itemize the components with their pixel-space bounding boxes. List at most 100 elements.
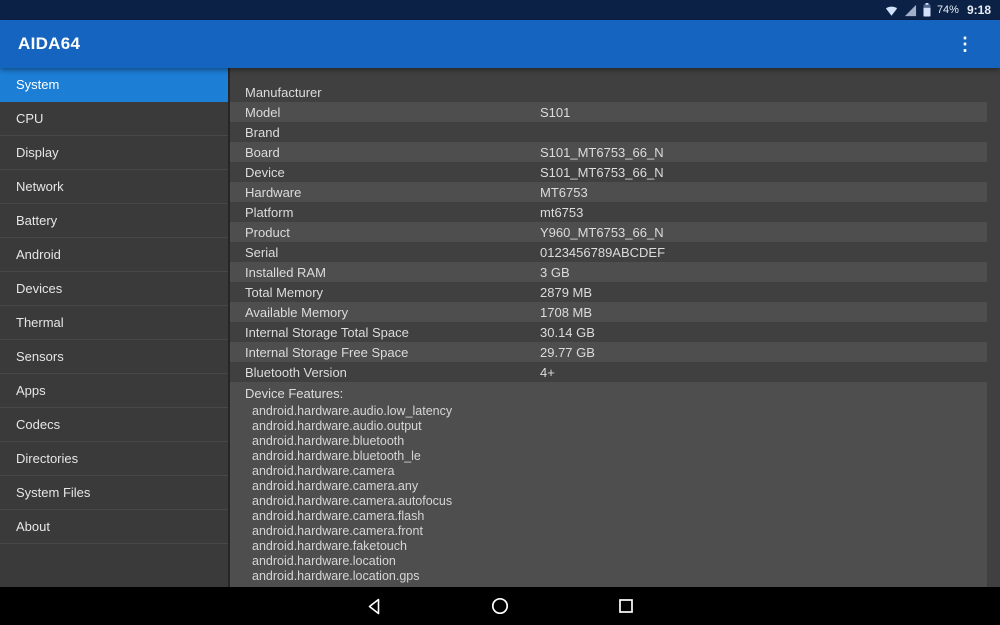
- sidebar-item-label: Directories: [16, 451, 79, 466]
- device-feature-item: android.hardware.location: [252, 554, 396, 568]
- info-label: Internal Storage Free Space: [245, 344, 409, 360]
- info-row: Model S101: [230, 102, 987, 122]
- sidebar-item-system-files[interactable]: System Files: [0, 476, 228, 510]
- sidebar-item-label: CPU: [16, 111, 44, 126]
- device-feature-item: android.hardware.bluetooth_le: [252, 449, 421, 463]
- info-label: Platform: [245, 204, 294, 220]
- info-row: Internal Storage Total Space 30.14 GB: [230, 322, 987, 342]
- info-row: Manufacturer: [230, 82, 987, 102]
- sidebar-item-system[interactable]: System: [0, 68, 228, 102]
- home-icon: [491, 597, 509, 615]
- info-value: 4+: [540, 364, 555, 380]
- info-value: 1708 MB: [540, 304, 593, 320]
- info-label: Bluetooth Version: [245, 364, 347, 380]
- sidebar-item-directories[interactable]: Directories: [0, 442, 228, 476]
- device-feature-item: android.hardware.camera.front: [252, 524, 423, 538]
- back-icon: [368, 598, 379, 614]
- info-value: S101_MT6753_66_N: [540, 164, 664, 180]
- sidebar-item-codecs[interactable]: Codecs: [0, 408, 228, 442]
- info-label: Internal Storage Total Space: [245, 324, 409, 340]
- sidebar-item-sensors[interactable]: Sensors: [0, 340, 228, 374]
- sidebar-item-label: System Files: [16, 485, 91, 500]
- sidebar-item-apps[interactable]: Apps: [0, 374, 228, 408]
- sidebar-item-label: Apps: [16, 383, 46, 398]
- aida64-screen: 74% 9:18 AIDA64 ⋮ System CPU Display Networ…: [0, 0, 1000, 625]
- info-row: Device S101_MT6753_66_N: [230, 162, 987, 182]
- device-feature-item: android.hardware.camera.any: [252, 479, 419, 493]
- info-value: S101_MT6753_66_N: [540, 144, 664, 160]
- info-label: Available Memory: [245, 304, 349, 320]
- sidebar-item-label: Devices: [16, 281, 63, 296]
- sidebar-item-label: Thermal: [16, 315, 64, 330]
- device-feature-item: android.hardware.camera.flash: [252, 509, 425, 523]
- sidebar-item-android[interactable]: Android: [0, 238, 228, 272]
- device-feature-item: android.hardware.audio.low_latency: [252, 404, 453, 418]
- info-value: 3 GB: [540, 264, 570, 280]
- info-value: 2879 MB: [540, 284, 593, 300]
- info-value: 30.14 GB: [540, 324, 595, 340]
- back-button[interactable]: [354, 587, 394, 625]
- info-row: Bluetooth Version 4+: [230, 362, 987, 382]
- info-row: Available Memory 1708 MB: [230, 302, 987, 322]
- info-row: Product Y960_MT6753_66_N: [230, 222, 987, 242]
- system-info-panel[interactable]: Manufacturer Model S101 Brand Board S101_MT67…: [230, 68, 1000, 587]
- sidebar-item-thermal[interactable]: Thermal: [0, 306, 228, 340]
- overflow-menu-icon[interactable]: ⋮: [948, 33, 982, 55]
- info-label: Total Memory: [245, 284, 324, 300]
- device-feature-item: android.hardware.bluetooth: [252, 434, 405, 448]
- sidebar-item-devices[interactable]: Devices: [0, 272, 228, 306]
- battery-percent: 74%: [936, 4, 959, 16]
- recents-button[interactable]: [606, 587, 646, 625]
- cellular-signal-icon: [904, 4, 917, 16]
- info-value: S101: [540, 104, 571, 120]
- info-value: MT6753: [540, 184, 588, 200]
- device-feature-item: android.hardware.camera: [252, 464, 395, 478]
- device-features-list: android.hardware.audio.low_latency androi…: [245, 404, 987, 584]
- sidebar-item-label: Android: [16, 247, 61, 262]
- info-row: Brand: [230, 122, 987, 142]
- info-value: Y960_MT6753_66_N: [540, 224, 664, 240]
- device-feature-item: android.hardware.faketouch: [252, 539, 407, 553]
- sidebar-item-display[interactable]: Display: [0, 136, 228, 170]
- info-row: Internal Storage Free Space 29.77 GB: [230, 342, 987, 362]
- battery-icon: [923, 3, 931, 17]
- sidebar: System CPU Display Network Battery Android Dev…: [0, 68, 230, 587]
- device-feature-item: android.hardware.location.gps: [252, 569, 420, 583]
- sidebar-item-label: Sensors: [16, 349, 64, 364]
- info-label: Device: [245, 164, 285, 180]
- app-bar: AIDA64 ⋮: [0, 20, 1000, 68]
- device-feature-item: android.hardware.camera.autofocus: [252, 494, 453, 508]
- info-value: 0123456789ABCDEF: [540, 244, 666, 260]
- home-button[interactable]: [480, 587, 520, 625]
- sidebar-item-label: Codecs: [16, 417, 61, 432]
- sidebar-item-label: System: [16, 77, 60, 92]
- device-feature-item: android.hardware.audio.output: [252, 419, 422, 433]
- info-label: Installed RAM: [245, 264, 326, 280]
- info-row: Platform mt6753: [230, 202, 987, 222]
- sidebar-item-cpu[interactable]: CPU: [0, 102, 228, 136]
- sidebar-item-label: About: [16, 519, 50, 534]
- info-label: Brand: [245, 124, 280, 140]
- sidebar-item-network[interactable]: Network: [0, 170, 228, 204]
- info-row: Serial 0123456789ABCDEF: [230, 242, 987, 262]
- main-body: System CPU Display Network Battery Android Dev…: [0, 68, 1000, 587]
- sidebar-item-label: Display: [16, 145, 59, 160]
- info-value: 29.77 GB: [540, 344, 595, 360]
- recents-icon: [619, 599, 633, 613]
- info-row: Total Memory 2879 MB: [230, 282, 987, 302]
- navigation-bar: [0, 587, 1000, 625]
- sidebar-item-label: Network: [16, 179, 64, 194]
- app-title: AIDA64: [18, 34, 81, 53]
- info-value: mt6753: [540, 204, 584, 220]
- sidebar-item-about[interactable]: About: [0, 510, 228, 544]
- info-label: Model: [245, 104, 281, 120]
- info-row: Installed RAM 3 GB: [230, 262, 987, 282]
- device-features-header: Device Features:: [245, 386, 344, 401]
- info-row: Hardware MT6753: [230, 182, 987, 202]
- info-label: Manufacturer: [245, 84, 322, 100]
- info-label: Product: [245, 224, 290, 240]
- sidebar-item-battery[interactable]: Battery: [0, 204, 228, 238]
- info-label: Hardware: [245, 184, 302, 200]
- info-label: Serial: [245, 244, 279, 260]
- wifi-icon: [885, 6, 898, 16]
